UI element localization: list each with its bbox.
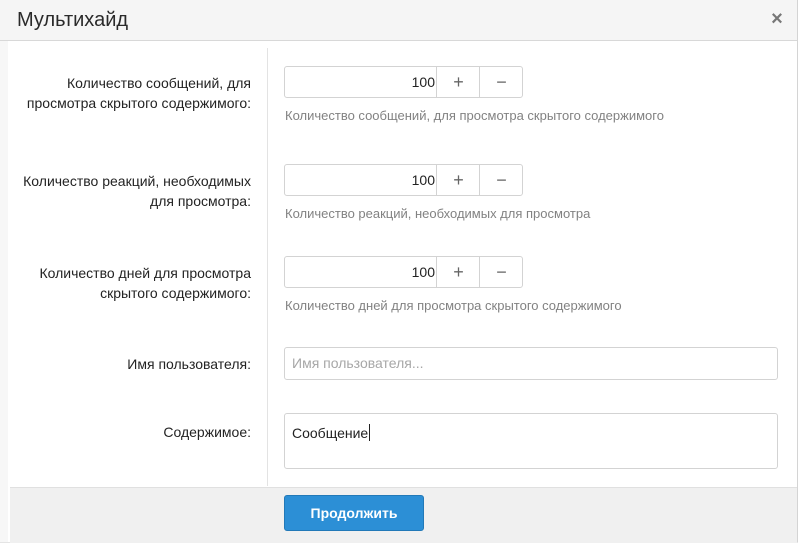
form-column-divider [267, 48, 268, 486]
username-label: Имя пользователя: [127, 356, 251, 372]
close-icon[interactable]: × [766, 8, 788, 30]
content-value: Сообщение [292, 425, 369, 441]
username-field[interactable]: Имя пользователя... [284, 347, 778, 380]
messages-count-increment-button[interactable]: + [436, 67, 480, 97]
days-count-hint: Количество дней для просмотра скрытого с… [285, 298, 622, 313]
dialog-titlebar: Мультихайд × [0, 0, 797, 41]
dialog-footer: Продолжить [10, 487, 797, 543]
continue-button[interactable]: Продолжить [284, 495, 424, 531]
days-count-decrement-button[interactable]: − [479, 257, 523, 287]
dialog-left-strip [0, 41, 8, 542]
multihide-dialog: Мультихайд × Количество сообщений, для п… [0, 0, 798, 543]
reactions-count-stepper: 100 + − [284, 164, 523, 196]
days-count-input[interactable]: 100 [285, 257, 435, 287]
messages-count-decrement-button[interactable]: − [479, 67, 523, 97]
reactions-count-hint: Количество реакций, необходимых для прос… [285, 206, 591, 221]
reactions-count-label: Количество реакций, необходимых для прос… [23, 173, 251, 209]
messages-count-hint: Количество сообщений, для просмотра скры… [285, 108, 664, 123]
text-caret [369, 424, 371, 441]
reactions-count-input[interactable]: 100 [285, 165, 435, 195]
username-placeholder: Имя пользователя... [292, 355, 424, 371]
reactions-count-increment-button[interactable]: + [436, 165, 480, 195]
days-count-increment-button[interactable]: + [436, 257, 480, 287]
days-count-label: Количество дней для просмотра скрытого с… [39, 265, 251, 301]
content-textarea[interactable]: Сообщение [284, 413, 778, 469]
messages-count-stepper: 100 + − [284, 66, 523, 98]
days-count-stepper: 100 + − [284, 256, 523, 288]
reactions-count-decrement-button[interactable]: − [479, 165, 523, 195]
content-label: Содержимое: [163, 424, 251, 440]
dialog-title: Мультихайд [17, 9, 129, 31]
messages-count-input[interactable]: 100 [285, 67, 435, 97]
messages-count-label: Количество сообщений, для просмотра скры… [26, 75, 251, 111]
